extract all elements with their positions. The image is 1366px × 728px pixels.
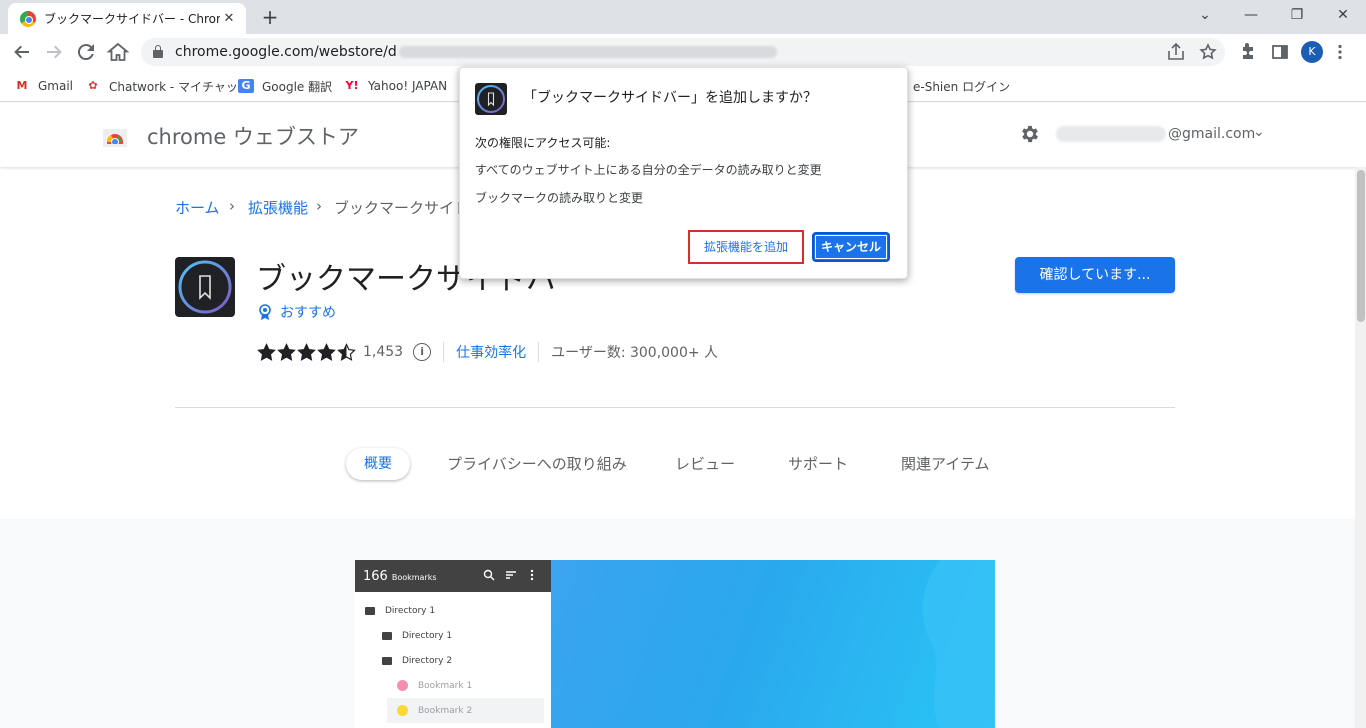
folder-icon bbox=[382, 656, 392, 665]
extension-icon bbox=[175, 257, 235, 317]
extensions-puzzle-icon[interactable] bbox=[1236, 40, 1260, 64]
chevron-down-icon[interactable]: ⌄ bbox=[1253, 124, 1265, 140]
side-panel-icon[interactable] bbox=[1268, 40, 1292, 64]
yahoo-icon: Y! bbox=[345, 79, 359, 92]
cancel-button[interactable]: キャンセル bbox=[812, 232, 890, 262]
tab-search-icon[interactable]: ⌄ bbox=[1191, 4, 1219, 26]
rating-row: 1,453 i 仕事効率化 ユーザー数: 300,000+ 人 bbox=[257, 341, 718, 363]
folder-icon bbox=[382, 631, 392, 640]
bookmark-dot-icon bbox=[397, 705, 408, 716]
dialog-extension-icon bbox=[475, 83, 507, 115]
minimize-button[interactable]: — bbox=[1237, 4, 1265, 26]
tab-close-icon[interactable]: ✕ bbox=[220, 11, 238, 26]
screenshot-row: Bookmark 2 bbox=[355, 698, 551, 723]
url-text: chrome.google.com/webstore/d bbox=[175, 44, 397, 60]
breadcrumb-home[interactable]: ホーム bbox=[175, 197, 220, 218]
lock-icon[interactable] bbox=[153, 45, 163, 58]
star-icon bbox=[257, 342, 276, 361]
add-extension-button[interactable]: 拡張機能を追加 bbox=[688, 230, 804, 264]
bookmark-dot-icon bbox=[397, 680, 408, 691]
gear-icon[interactable] bbox=[1018, 123, 1042, 147]
star-icon bbox=[317, 342, 336, 361]
category-link[interactable]: 仕事効率化 bbox=[456, 342, 526, 362]
sort-icon bbox=[505, 569, 517, 584]
screenshot-row: Directory 2 bbox=[355, 648, 551, 673]
reload-icon[interactable] bbox=[74, 40, 98, 64]
star-rating[interactable] bbox=[257, 342, 357, 362]
tab-reviews[interactable]: レビュー bbox=[675, 453, 735, 474]
breadcrumb-separator: › bbox=[229, 197, 235, 215]
restore-button[interactable]: ❐ bbox=[1283, 4, 1311, 26]
home-icon[interactable] bbox=[106, 40, 130, 64]
permission-item: すべてのウェブサイト上にある自分の全データの読み取りと変更 bbox=[475, 163, 822, 177]
info-icon[interactable]: i bbox=[413, 343, 432, 361]
google-translate-icon: G bbox=[238, 79, 254, 93]
chrome-webstore-logo-icon[interactable] bbox=[103, 125, 127, 150]
store-name[interactable]: chrome ウェブストア bbox=[147, 121, 359, 151]
chatwork-icon: ✿ bbox=[88, 79, 98, 92]
new-tab-button[interactable]: + bbox=[258, 5, 282, 29]
breadcrumb-separator: › bbox=[316, 197, 322, 215]
user-count: ユーザー数: 300,000+ 人 bbox=[551, 345, 719, 361]
star-icon bbox=[337, 342, 356, 361]
menu-kebab-icon[interactable] bbox=[1328, 40, 1352, 64]
account-email[interactable]: @gmail.com bbox=[1168, 126, 1255, 142]
forward-icon[interactable] bbox=[42, 40, 66, 64]
dialog-permissions-heading: 次の権限にアクセス可能: bbox=[475, 136, 611, 150]
bookmark-chatwork[interactable]: ✿ Chatwork - マイチャット bbox=[85, 76, 250, 96]
search-icon bbox=[483, 569, 495, 584]
redacted-account-name bbox=[1056, 126, 1166, 142]
star-icon bbox=[297, 342, 316, 361]
breadcrumb-extensions[interactable]: 拡張機能 bbox=[248, 197, 308, 218]
bookmark-google-translate[interactable]: G Google 翻訳 bbox=[238, 76, 332, 96]
redacted-url bbox=[398, 46, 777, 58]
divider bbox=[538, 342, 540, 362]
divider bbox=[175, 407, 1175, 408]
gmail-icon: M bbox=[16, 79, 28, 92]
screenshot-row: Directory 1 bbox=[355, 623, 551, 648]
tab-related[interactable]: 関連アイテム bbox=[901, 453, 990, 474]
award-ribbon-icon bbox=[259, 304, 271, 320]
rating-count[interactable]: 1,453 bbox=[363, 344, 403, 360]
scrollbar-thumb[interactable] bbox=[1357, 170, 1365, 322]
address-bar[interactable]: chrome.google.com/webstore/d bbox=[141, 38, 1225, 66]
bookmark-yahoo-japan[interactable]: Y! Yahoo! JAPAN bbox=[344, 76, 448, 96]
screenshot-row: Bookmark 1 bbox=[355, 673, 551, 698]
screenshot-header: 166 Bookmarks bbox=[355, 560, 551, 592]
folder-icon bbox=[365, 606, 375, 615]
dialog-title: 「ブックマークサイドバー」を追加しますか？ bbox=[523, 90, 817, 106]
tab-support[interactable]: サポート bbox=[788, 453, 848, 474]
tab-privacy[interactable]: プライバシーへの取り組み bbox=[447, 453, 627, 474]
browser-tab[interactable]: ブックマークサイドバー - Chrome ウェブストア ✕ bbox=[8, 3, 246, 34]
permission-item: ブックマークの読み取りと変更 bbox=[475, 191, 644, 205]
close-window-button[interactable]: ✕ bbox=[1329, 4, 1357, 26]
divider bbox=[443, 342, 445, 362]
tab-overview[interactable]: 概要 bbox=[346, 448, 410, 480]
chrome-webstore-favicon-icon bbox=[20, 10, 36, 27]
bookmark-e-shien[interactable]: e-Shien ログイン bbox=[913, 76, 1010, 96]
profile-avatar[interactable]: K bbox=[1301, 41, 1323, 63]
tab-title: ブックマークサイドバー - Chrome ウェブストア bbox=[44, 12, 220, 26]
featured-badge[interactable]: おすすめ bbox=[258, 302, 336, 322]
more-vert-icon bbox=[529, 569, 535, 584]
star-icon bbox=[277, 342, 296, 361]
screenshot-row: Directory 1 bbox=[355, 598, 551, 623]
bookmark-star-icon[interactable] bbox=[1196, 40, 1220, 64]
verifying-button[interactable]: 確認しています... bbox=[1015, 257, 1175, 293]
breadcrumb-current: ブックマークサイド bbox=[334, 199, 470, 217]
share-icon[interactable] bbox=[1164, 40, 1188, 64]
back-icon[interactable] bbox=[10, 40, 34, 64]
bookmark-gmail[interactable]: M Gmail bbox=[14, 76, 74, 96]
